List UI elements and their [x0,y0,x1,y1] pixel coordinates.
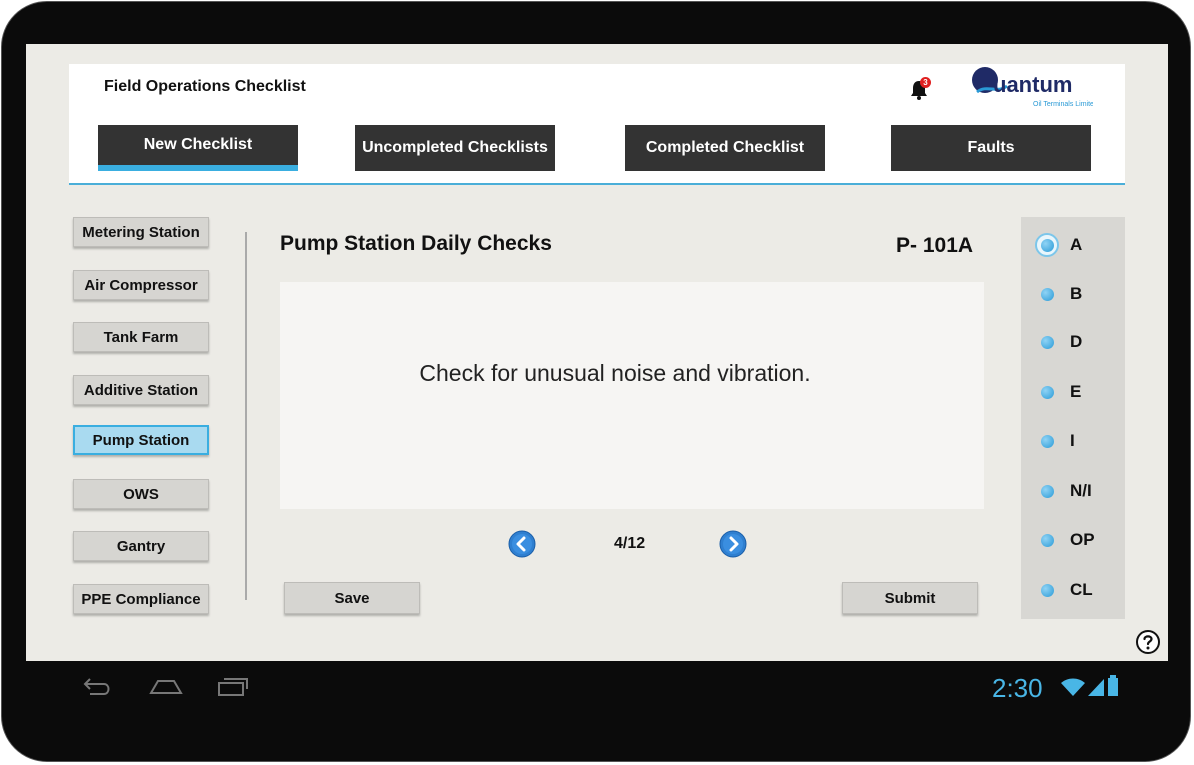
radio-icon [1041,583,1054,597]
svg-text:uantum: uantum [993,72,1072,97]
option-a[interactable]: A [1035,233,1083,257]
back-icon[interactable] [82,675,114,697]
company-logo: uantum Oil Terminals Limited [972,67,1093,108]
tab-new-checklist[interactable]: New Checklist [98,125,298,171]
radio-icon [1041,484,1054,498]
tab-uncompleted-checklists[interactable]: Uncompleted Checklists [355,125,555,171]
app-header: Field Operations Checklist 3 uantum Oil … [69,64,1125,185]
app-title: Field Operations Checklist [104,78,306,95]
app-screen: Field Operations Checklist 3 uantum Oil … [26,44,1168,661]
recent-apps-icon[interactable] [216,675,248,697]
sidebar-item-gantry[interactable]: Gantry [73,531,209,561]
previous-icon[interactable] [508,530,536,558]
option-label: E [1070,382,1082,401]
option-i[interactable]: I [1041,431,1075,451]
checklist-title: Pump Station Daily Checks [280,232,552,255]
status-options-panel: A B D E I N/I OP CL [1021,217,1125,619]
question-card: Check for unusual noise and vibration. [280,282,984,509]
next-icon[interactable] [719,530,747,558]
save-button[interactable]: Save [284,582,420,614]
radio-icon [1041,533,1054,547]
option-cl[interactable]: CL [1041,580,1093,600]
sidebar-item-air-compressor[interactable]: Air Compressor [73,270,209,300]
option-ni[interactable]: N/I [1041,481,1092,501]
tablet-frame: Field Operations Checklist 3 uantum Oil … [1,1,1191,762]
submit-button[interactable]: Submit [842,582,978,614]
option-label: D [1070,332,1083,351]
tab-faults[interactable]: Faults [891,125,1091,171]
sidebar-item-pump-station[interactable]: Pump Station [73,425,209,455]
radio-icon [1041,385,1054,399]
option-label: CL [1070,580,1093,599]
option-op[interactable]: OP [1041,530,1095,550]
option-label: N/I [1070,481,1092,500]
radio-icon [1041,335,1054,349]
android-system-bar: 2:30 [26,661,1168,715]
option-label: I [1070,431,1075,450]
option-d[interactable]: D [1041,332,1082,352]
sidebar-item-tank-farm[interactable]: Tank Farm [73,322,209,352]
sidebar-divider [245,232,247,600]
tab-completed-checklist[interactable]: Completed Checklist [625,125,825,171]
status-clock: 2:30 [992,673,1043,703]
option-e[interactable]: E [1041,382,1081,402]
notification-badge: 3 [920,77,931,88]
option-b[interactable]: B [1041,284,1082,304]
option-label: A [1070,235,1083,254]
radio-icon [1041,287,1054,301]
option-label: OP [1070,530,1095,549]
sidebar-item-ppe-compliance[interactable]: PPE Compliance [73,584,209,614]
battery-icon [1108,675,1118,696]
question-text: Check for unusual noise and vibration. [419,360,811,386]
sidebar-item-ows[interactable]: OWS [73,479,209,509]
signal-icon [1088,679,1104,696]
radio-icon [1041,434,1054,448]
svg-text:Oil Terminals Limited: Oil Terminals Limited [1033,101,1093,108]
equipment-code: P- 101A [896,234,974,257]
sidebar-item-metering-station[interactable]: Metering Station [73,217,209,247]
option-label: B [1070,284,1083,303]
page-indicator: 4/12 [614,535,646,552]
radio-selected-icon [1035,233,1059,257]
sidebar-item-additive-station[interactable]: Additive Station [73,375,209,405]
help-icon[interactable] [1135,629,1161,655]
wifi-icon [1061,678,1085,696]
home-icon[interactable] [148,675,184,697]
